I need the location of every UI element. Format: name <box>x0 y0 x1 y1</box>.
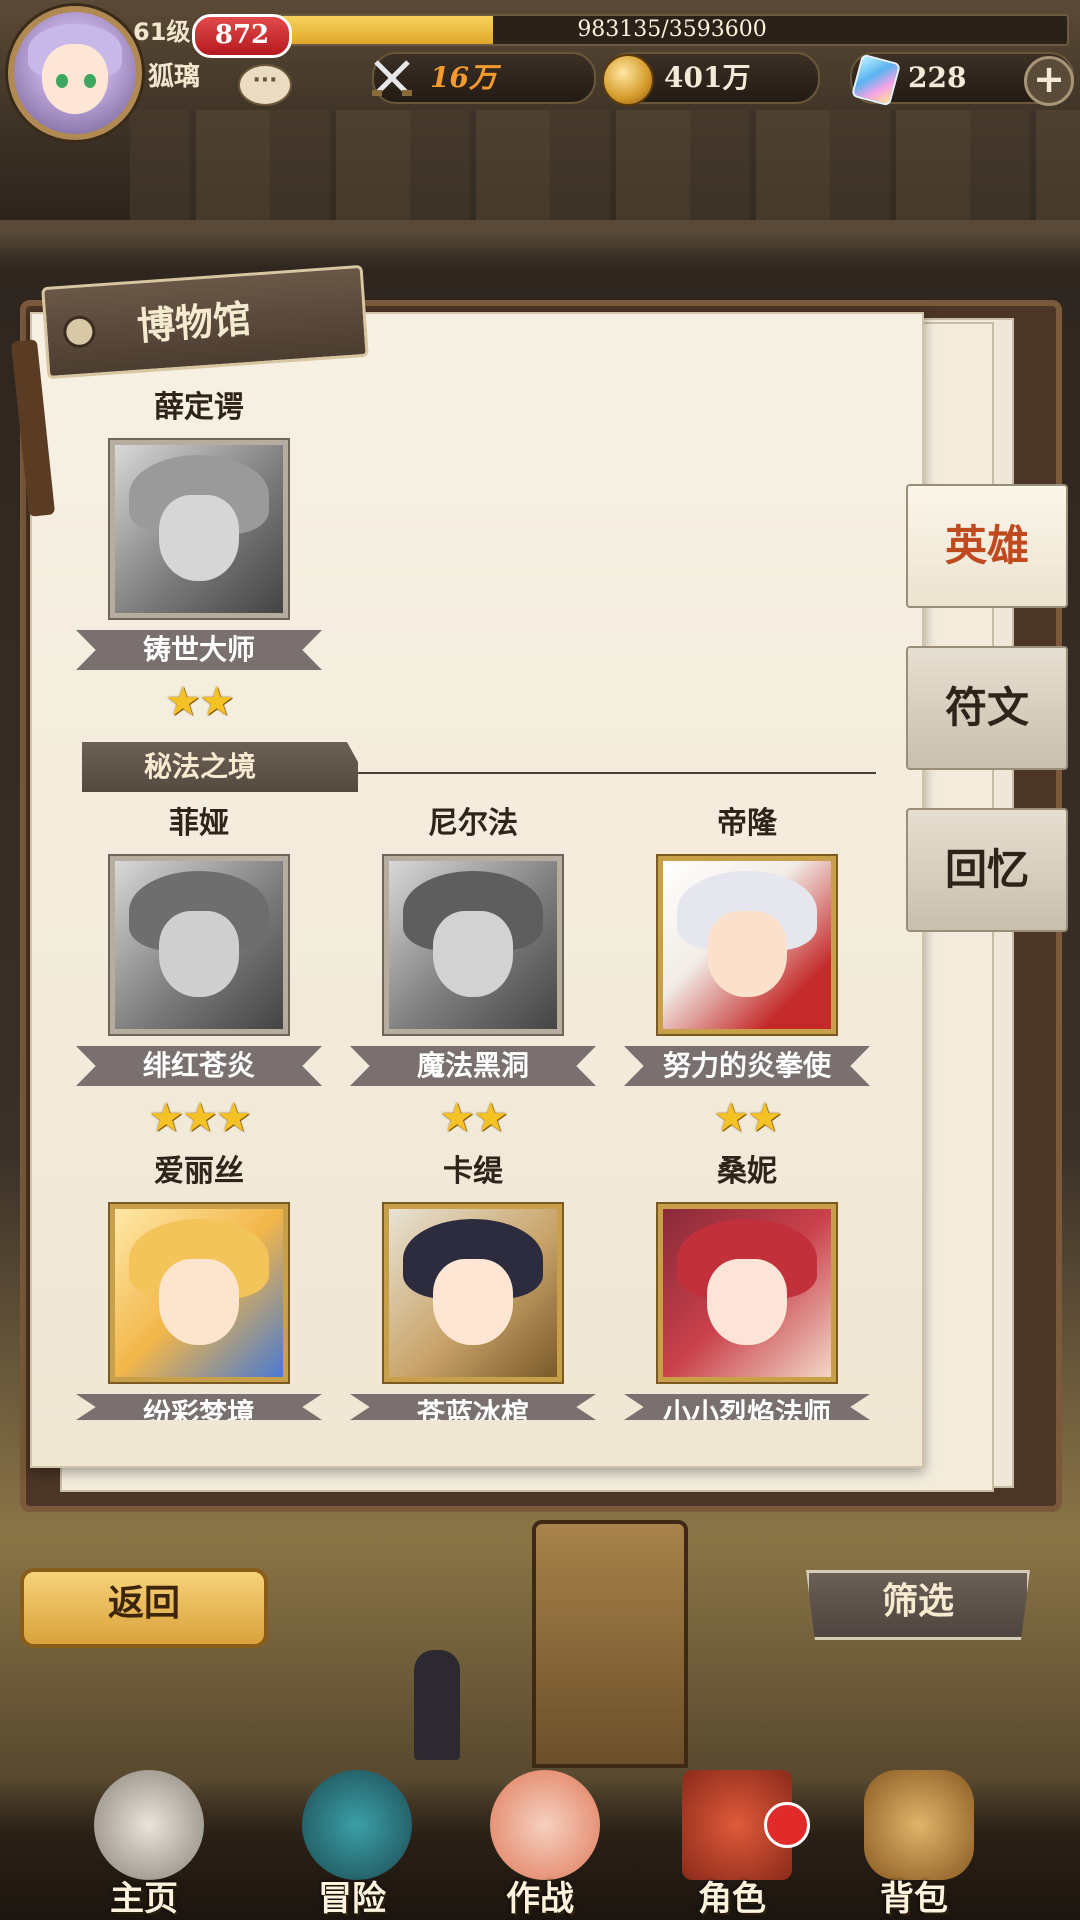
hero-title: 苍蓝冰棺 <box>350 1394 596 1420</box>
hero-title: 纷彩梦境 <box>76 1394 322 1420</box>
tab-memories[interactable]: 回忆 <box>906 808 1068 932</box>
gold-display: 401万 <box>602 52 820 106</box>
hero-portrait <box>658 1204 836 1382</box>
player-avatar[interactable] <box>8 6 142 140</box>
hero-title: 铸世大师 <box>76 630 322 670</box>
battle-character-icon <box>490 1770 600 1880</box>
add-gems-button[interactable]: + <box>1024 56 1074 106</box>
hero-card[interactable]: 爱丽丝 纷彩梦境 <box>74 1152 324 1420</box>
hero-name: 薛定谔 <box>154 390 244 425</box>
hero-portrait <box>110 856 288 1034</box>
player-level: 61级 <box>133 18 191 46</box>
hero-name: 菲娅 <box>169 806 229 841</box>
battle-power-display: 16万 <box>372 52 596 104</box>
exp-text: 983135/3593600 <box>577 17 767 42</box>
player-name: 狐璃 <box>148 62 201 92</box>
standing-figure <box>414 1650 460 1760</box>
nav-label: 冒险 <box>318 1879 386 1919</box>
hero-portrait <box>110 1204 288 1382</box>
star-rating: ★★ <box>439 1095 509 1141</box>
hero-portrait <box>658 856 836 1034</box>
nav-label: 角色 <box>698 1879 766 1919</box>
hero-card[interactable]: 尼尔法 魔法黑洞 ★★ <box>348 804 598 1140</box>
hero-title: 小小烈焰法师 <box>624 1394 870 1420</box>
hero-card[interactable]: 卡缇 苍蓝冰棺 <box>348 1152 598 1420</box>
notification-dot <box>764 1802 810 1848</box>
battle-power-value: 16万 <box>430 61 497 94</box>
tab-runes[interactable]: 符文 <box>906 646 1068 770</box>
nav-battle[interactable]: 作战 <box>450 1750 630 1920</box>
backpack-icon <box>864 1770 974 1880</box>
hero-name: 帝隆 <box>717 806 777 841</box>
back-button[interactable]: 返回 <box>20 1568 268 1648</box>
hero-name: 尼尔法 <box>428 806 518 841</box>
hero-card[interactable]: 桑妮 小小烈焰法师 <box>622 1152 872 1420</box>
star-rating: ★★★ <box>148 1095 252 1141</box>
gold-coin-icon <box>602 54 654 106</box>
hero-portrait <box>384 1204 562 1382</box>
hero-card[interactable]: 菲娅 绯红苍炎 ★★★ <box>74 804 324 1140</box>
hero-name: 卡缇 <box>443 1154 503 1189</box>
nav-home[interactable]: 主页 <box>54 1750 234 1920</box>
hero-name: 爱丽丝 <box>154 1154 244 1189</box>
portal-icon <box>302 1770 412 1880</box>
nav-label: 作战 <box>506 1879 574 1919</box>
tab-heroes[interactable]: 英雄 <box>906 484 1068 608</box>
gold-value: 401万 <box>664 61 751 94</box>
nav-label: 主页 <box>110 1879 178 1919</box>
star-rating: ★★ <box>165 679 235 725</box>
filter-button[interactable]: 筛选 <box>806 1570 1030 1640</box>
castle-icon <box>94 1770 204 1880</box>
hero-title: 绯红苍炎 <box>76 1046 322 1086</box>
exp-bar: 983135/3593600 <box>275 14 1069 46</box>
hero-title: 魔法黑洞 <box>350 1046 596 1086</box>
section-divider <box>358 772 876 774</box>
gem-value: 228 <box>908 61 967 94</box>
nav-label: 背包 <box>880 1879 948 1919</box>
hero-portrait <box>110 440 288 618</box>
page-title: 博物馆 <box>135 296 253 349</box>
gem-icon <box>850 53 902 107</box>
grandfather-clock <box>532 1520 688 1768</box>
hero-name: 桑妮 <box>717 1154 777 1189</box>
section-tag: 秘法之境 <box>82 742 358 792</box>
hero-card-featured[interactable]: 薛定谔 铸世大师 ★★ <box>74 388 324 724</box>
hero-portrait <box>384 856 562 1034</box>
nav-bag[interactable]: 背包 <box>824 1750 1004 1920</box>
crossed-swords-icon <box>372 60 412 96</box>
chat-icon[interactable] <box>238 64 292 106</box>
nav-adventure[interactable]: 冒险 <box>262 1750 442 1920</box>
hero-title: 努力的炎拳使 <box>624 1046 870 1086</box>
star-rating: ★★ <box>713 1095 783 1141</box>
background-scenery <box>130 110 1080 220</box>
hero-card[interactable]: 帝隆 努力的炎拳使 ★★ <box>622 804 872 1140</box>
power-badge: 872 <box>192 14 292 58</box>
